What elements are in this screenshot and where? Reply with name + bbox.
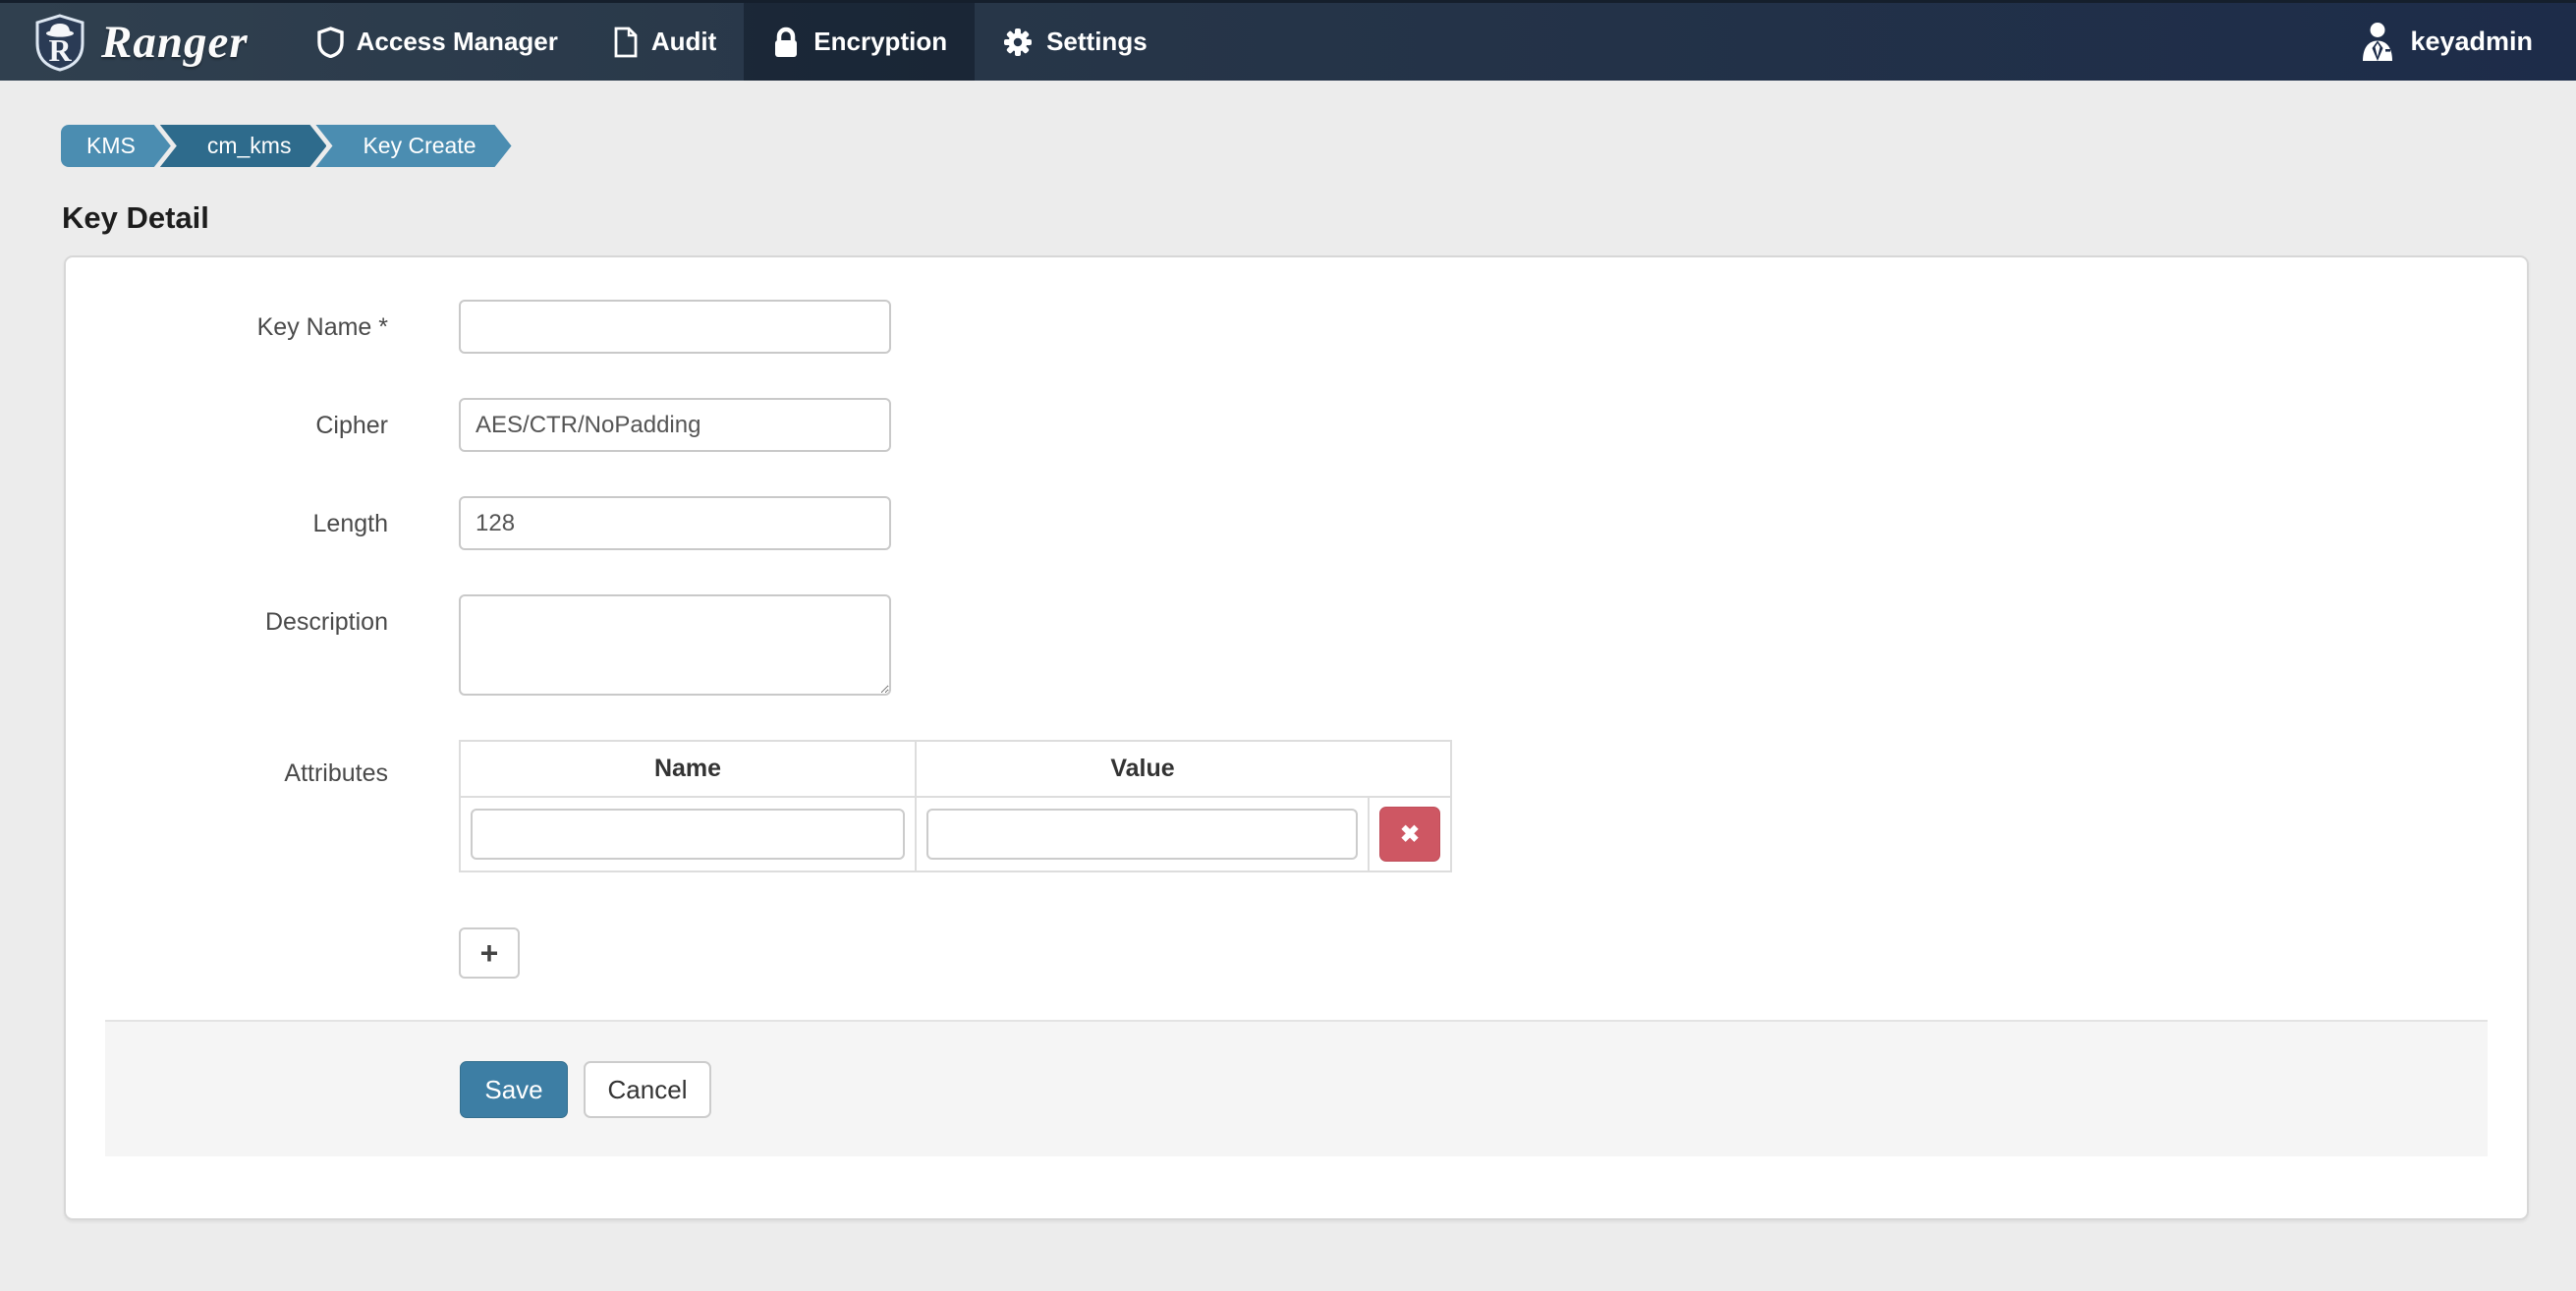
shield-icon [317, 27, 344, 58]
top-navbar: R Ranger Access Manager Audit [0, 0, 2576, 81]
key-name-input[interactable] [459, 300, 891, 354]
nav-item-audit[interactable]: Audit [586, 3, 744, 81]
user-icon [2360, 22, 2395, 63]
nav-item-label: Audit [651, 27, 716, 57]
cipher-input[interactable] [459, 398, 891, 452]
breadcrumb-label: KMS [86, 133, 136, 159]
attr-name-cell [460, 797, 916, 871]
ranger-shield-logo-icon: R [33, 13, 86, 72]
nav-item-label: Encryption [813, 27, 947, 57]
attributes-label: Attributes [66, 740, 459, 872]
attributes-header-row: Name Value [460, 741, 1451, 797]
breadcrumb: KMS cm_kms Key Create [61, 125, 2576, 167]
nav-menu: Access Manager Audit Encryption [290, 3, 1175, 81]
add-attribute-button[interactable]: + [459, 927, 520, 979]
breadcrumb-label: cm_kms [207, 133, 292, 159]
attributes-table: Name Value ✖ [459, 740, 1452, 872]
nav-item-settings[interactable]: Settings [975, 3, 1175, 81]
cipher-label: Cipher [66, 398, 459, 452]
lock-icon [771, 26, 801, 59]
attr-value-input[interactable] [926, 809, 1358, 860]
key-detail-panel: Key Name * Cipher Length Description Att… [64, 255, 2529, 1220]
nav-item-encryption[interactable]: Encryption [744, 3, 975, 81]
breadcrumb-label: Key Create [363, 133, 476, 159]
nav-item-label: Settings [1046, 27, 1148, 57]
attr-column-value: Value [916, 741, 1369, 797]
nav-item-label: Access Manager [357, 27, 558, 57]
attr-name-input[interactable] [471, 809, 905, 860]
user-menu[interactable]: keyadmin [2317, 3, 2576, 81]
breadcrumb-item-key-create[interactable]: Key Create [315, 125, 511, 167]
description-label: Description [66, 594, 459, 696]
length-label: Length [66, 496, 459, 550]
page-title: Key Detail [62, 200, 2576, 236]
breadcrumb-item-kms[interactable]: KMS [61, 125, 171, 167]
save-button[interactable]: Save [460, 1061, 568, 1118]
form-row-attributes: Attributes Name Value ✖ [66, 740, 2527, 872]
form-actions-bar: Save Cancel [105, 1020, 2488, 1156]
attr-column-name: Name [460, 741, 916, 797]
username: keyadmin [2410, 27, 2533, 57]
svg-text:R: R [48, 32, 72, 68]
form-row-description: Description [66, 594, 2527, 696]
breadcrumb-item-cm-kms[interactable]: cm_kms [160, 125, 327, 167]
form-row-key-name: Key Name * [66, 300, 2527, 354]
remove-attribute-button[interactable]: ✖ [1379, 807, 1440, 862]
attr-value-cell [916, 797, 1369, 871]
form-row-cipher: Cipher [66, 398, 2527, 452]
gear-icon [1002, 27, 1034, 58]
description-textarea[interactable] [459, 594, 891, 696]
file-icon [613, 27, 639, 58]
form-row-length: Length [66, 496, 2527, 550]
brand-name: Ranger [101, 16, 249, 69]
attr-action-cell: ✖ [1369, 797, 1451, 871]
ranger-logo[interactable]: R Ranger [0, 3, 290, 81]
length-input[interactable] [459, 496, 891, 550]
key-name-label: Key Name * [66, 300, 459, 354]
attr-column-action [1369, 741, 1451, 797]
attribute-row: ✖ [460, 797, 1451, 871]
nav-item-access-manager[interactable]: Access Manager [290, 3, 586, 81]
cancel-button[interactable]: Cancel [584, 1061, 711, 1118]
